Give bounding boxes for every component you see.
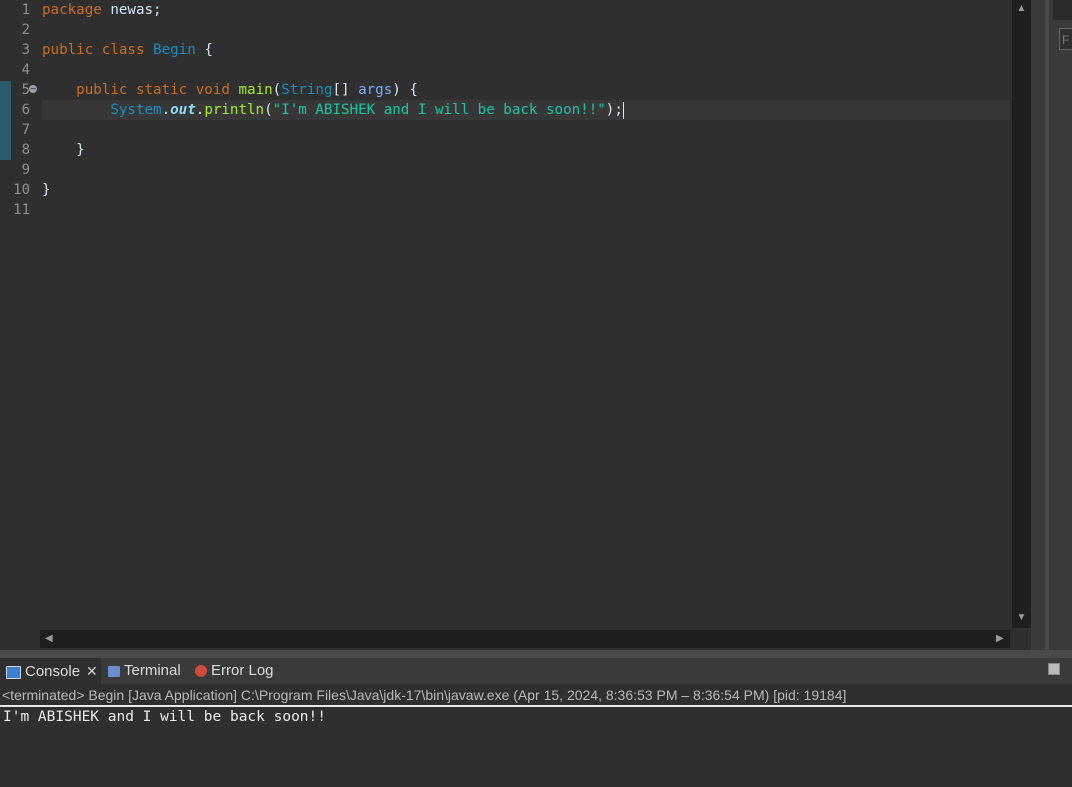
line-number: 3 <box>21 42 30 58</box>
code-token: System <box>110 102 162 118</box>
code-token: public <box>76 82 128 98</box>
close-icon[interactable]: ✕ <box>86 663 98 679</box>
line-number: 4 <box>21 62 30 78</box>
code-area[interactable]: package newas; public class Begin { publi… <box>42 0 1010 220</box>
code-token: } <box>42 142 85 158</box>
console-output[interactable]: I'm ABISHEK and I will be back soon!! <box>0 707 1072 787</box>
code-token: . <box>161 102 171 118</box>
editor-horizontal-scrollbar[interactable]: ◀ ▶ <box>40 630 1010 648</box>
code-token: args <box>358 82 393 98</box>
code-line[interactable]: System.out.println("I'm ABISHEK and I wi… <box>42 100 1010 120</box>
code-token: ( <box>272 82 282 98</box>
code-token: String <box>281 82 333 98</box>
console-status-line: <terminated> Begin [Java Application] C:… <box>0 685 1072 705</box>
code-line[interactable] <box>42 60 1010 80</box>
code-line[interactable] <box>42 160 1010 180</box>
side-panel-tab[interactable] <box>1053 0 1072 20</box>
line-number: 1 <box>21 2 30 18</box>
code-token: } <box>42 182 51 198</box>
code-line[interactable] <box>42 120 1010 140</box>
scroll-right-icon[interactable]: ▶ <box>996 630 1004 648</box>
code-line[interactable]: } <box>42 140 1010 160</box>
tab-console-label: Console <box>25 663 81 680</box>
tab-error-log-label: Error Log <box>211 662 274 679</box>
code-token: [] <box>332 82 359 98</box>
right-side-panel: F <box>1031 0 1072 650</box>
text-caret <box>622 101 624 119</box>
console-icon <box>6 665 21 679</box>
code-token: main <box>238 82 273 98</box>
code-line[interactable] <box>42 200 1010 220</box>
code-token: println <box>204 102 265 118</box>
bottom-panel-splitter[interactable] <box>0 650 1072 658</box>
line-number: 2 <box>21 22 30 38</box>
code-token: out <box>170 102 196 118</box>
code-editor[interactable]: 1 2 3 4 5 6 7 8 9 10 11 − package newas; public cla… <box>0 0 1010 650</box>
scroll-up-icon[interactable]: ▲ <box>1012 3 1031 14</box>
code-token: newas; <box>101 2 162 18</box>
line-number: 7 <box>21 122 30 138</box>
scroll-left-icon[interactable]: ◀ <box>45 630 53 648</box>
code-line[interactable]: package newas; <box>42 0 1010 20</box>
line-number: 6 <box>21 102 30 118</box>
code-line[interactable]: public class Begin { <box>42 40 1010 60</box>
fold-toggle-icon[interactable]: − <box>29 85 37 93</box>
minimize-panel-icon[interactable] <box>1048 663 1060 675</box>
scroll-down-icon[interactable]: ▼ <box>1012 612 1031 623</box>
code-token: package <box>42 2 102 18</box>
tab-terminal-label: Terminal <box>124 662 181 679</box>
terminal-icon <box>108 665 120 677</box>
editor-vertical-scrollbar[interactable]: ▲ ▼ <box>1012 0 1031 628</box>
code-token: ); <box>605 102 623 118</box>
side-panel-filter-field[interactable]: F <box>1059 28 1072 50</box>
panel-splitter[interactable] <box>1045 0 1049 650</box>
code-token: ( <box>264 102 273 118</box>
line-number: 9 <box>21 162 30 178</box>
code-line[interactable]: } <box>42 180 1010 200</box>
code-token: "I'm ABISHEK and I will be back soon!!" <box>272 102 606 118</box>
line-number: 8 <box>21 142 30 158</box>
tab-console[interactable]: Console ✕ <box>0 658 101 684</box>
code-token: static <box>135 82 188 98</box>
code-token: ) { <box>392 82 418 98</box>
code-token: class <box>101 42 145 58</box>
tab-terminal[interactable]: Terminal <box>106 658 181 684</box>
tab-error-log[interactable]: Error Log <box>193 658 274 684</box>
code-line[interactable]: public static void main(String[] args) { <box>42 80 1010 100</box>
code-token: { <box>195 42 213 58</box>
line-number: 11 <box>13 202 30 218</box>
bottom-panel-tabbar: Console ✕ Terminal Error Log <box>0 658 1072 684</box>
code-line[interactable] <box>42 20 1010 40</box>
line-number-gutter: 1 2 3 4 5 6 7 8 9 10 11 <box>0 0 34 220</box>
error-log-icon <box>195 665 207 678</box>
code-token: Begin <box>153 42 196 58</box>
line-number: 10 <box>13 182 30 198</box>
code-token: public <box>42 42 94 58</box>
code-token: void <box>195 82 230 98</box>
